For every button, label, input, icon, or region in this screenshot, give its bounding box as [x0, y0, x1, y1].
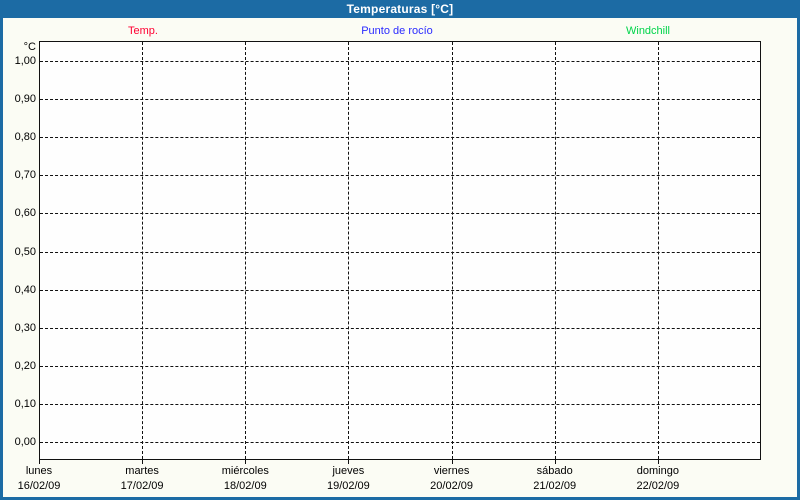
y-axis-unit-label: °C	[23, 41, 36, 53]
y-gridline	[40, 289, 760, 291]
x-gridline	[657, 42, 659, 459]
x-label-date: 22/02/09	[636, 480, 680, 492]
y-tick-label: 0,10	[14, 397, 36, 410]
y-tick-label: 0,30	[14, 321, 36, 334]
chart-title: Temperaturas [°C]	[346, 2, 454, 16]
x-label-day: viernes	[433, 465, 470, 477]
legend-item-windchill: Windchill	[625, 25, 671, 37]
x-gridline	[142, 42, 144, 459]
x-label-day: lunes	[25, 465, 53, 477]
y-tick-label: 0,80	[14, 131, 36, 144]
plot-area	[39, 41, 761, 460]
y-tick-label: 0,50	[14, 245, 36, 258]
y-gridline	[40, 327, 760, 329]
y-gridline	[40, 175, 760, 177]
y-gridline	[40, 442, 760, 443]
y-tick-label: 0,00	[14, 436, 36, 448]
x-label-date: 19/02/09	[326, 480, 370, 492]
y-gridline	[40, 137, 760, 139]
x-label-date: 16/02/09	[17, 480, 61, 492]
y-tick-label: 0,40	[14, 283, 36, 296]
legend-item-temp: Temp.	[128, 25, 158, 37]
x-label-day: miércoles	[221, 465, 269, 477]
y-gridline	[40, 61, 760, 62]
y-tick-label: 0,20	[14, 359, 36, 372]
y-gridline	[40, 251, 760, 253]
x-gridline	[554, 42, 556, 459]
x-label-day: domingo	[636, 465, 679, 477]
y-gridline	[40, 99, 760, 101]
y-tick-label: 0,90	[14, 93, 36, 106]
y-tick-label: 1,00	[14, 55, 36, 67]
x-label-day: jueves	[332, 465, 365, 477]
y-gridline	[40, 403, 760, 405]
x-label-date: 20/02/09	[430, 480, 473, 492]
y-gridline	[40, 213, 760, 215]
x-label-day: martes	[125, 465, 159, 477]
x-label-date: 18/02/09	[223, 480, 267, 492]
x-gridline	[245, 42, 247, 459]
x-gridline	[348, 42, 350, 459]
x-gridline	[451, 42, 453, 459]
y-tick-label: 0,60	[14, 207, 36, 220]
y-tick-label: 0,70	[14, 169, 36, 182]
x-label-date: 17/02/09	[120, 480, 164, 492]
chart-title-bar: Temperaturas [°C]	[3, 0, 797, 18]
legend-item-dew-point: Punto de rocío	[361, 25, 433, 37]
x-label-date: 21/02/09	[533, 480, 577, 492]
y-gridline	[40, 365, 760, 367]
chart-window: Temperaturas [°C] Temp. Punto de rocío W…	[0, 0, 800, 500]
x-label-day: sábado	[536, 465, 573, 477]
